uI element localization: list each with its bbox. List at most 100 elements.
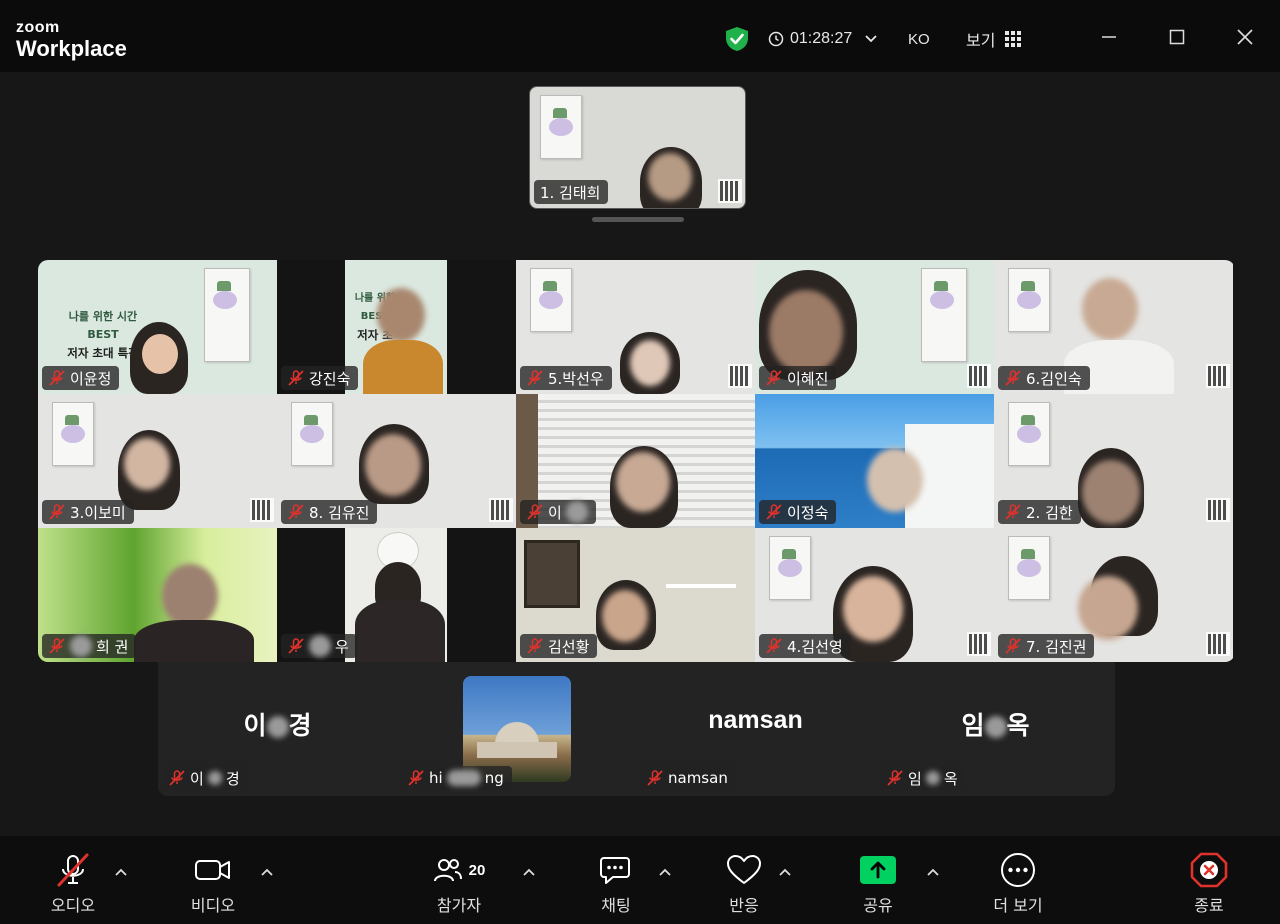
- name-part: 이: [190, 769, 204, 788]
- name-part: 옥: [943, 769, 958, 788]
- video-tile[interactable]: 나를 위한 시간 BEST 저자 초대 특강 이윤정: [38, 260, 277, 394]
- microphone-muted-icon: [766, 504, 782, 520]
- reactions-options-chevron-icon[interactable]: [778, 866, 792, 878]
- video-tile[interactable]: 3.이보미: [38, 394, 277, 528]
- blurred-name-segment: [70, 635, 92, 657]
- audio-options-chevron-icon[interactable]: [114, 866, 128, 878]
- video-options-chevron-icon[interactable]: [260, 866, 274, 878]
- spotlight-video-tile[interactable]: 1. 김태희: [529, 86, 746, 209]
- video-tile[interactable]: 나를 위한 BEST 저자 초 강진숙: [277, 260, 516, 394]
- brand-line1: zoom: [16, 19, 60, 36]
- video-tile[interactable]: 4.김선영: [755, 528, 994, 662]
- participant-display-name[interactable]: 임옥: [876, 706, 1115, 742]
- participant-body: [134, 620, 254, 662]
- video-tile[interactable]: 6.김인숙: [994, 260, 1233, 394]
- share-screen-icon: [860, 856, 896, 884]
- reactions-button[interactable]: 반응: [708, 852, 780, 916]
- participants-label: 참가자: [436, 896, 482, 915]
- more-button[interactable]: 더 보기: [978, 852, 1058, 916]
- meeting-timer[interactable]: 01:28:27: [768, 26, 884, 52]
- participant-name: namsan: [668, 769, 728, 787]
- blurred-face: [616, 452, 670, 512]
- minimize-button[interactable]: [1094, 22, 1124, 52]
- blurred-name-segment: [446, 770, 481, 786]
- participant-name: 4.김선영: [787, 637, 843, 656]
- qr-code: [250, 498, 274, 522]
- participant-name: 8. 김유진: [309, 503, 370, 522]
- participant-name-label: 3.이보미: [42, 500, 134, 524]
- video-tile[interactable]: 8. 김유진: [277, 394, 516, 528]
- name-part: hi: [429, 769, 443, 787]
- view-button[interactable]: 보기: [966, 26, 1022, 52]
- participant-name-label: 이혜진: [759, 366, 837, 390]
- audio-label: 오디오: [50, 896, 96, 915]
- qr-code: [718, 179, 742, 203]
- end-label: 종료: [1194, 896, 1224, 915]
- participant-display-name[interactable]: namsan: [636, 706, 875, 735]
- chat-options-chevron-icon[interactable]: [658, 866, 672, 878]
- close-button[interactable]: [1230, 22, 1260, 52]
- video-tile[interactable]: 김선황: [516, 528, 755, 662]
- blurred-face: [648, 153, 692, 201]
- participants-icon: [433, 859, 462, 882]
- name-part: 옥: [1006, 711, 1030, 740]
- maximize-icon: [1169, 29, 1185, 45]
- video-button[interactable]: 비디오: [176, 852, 250, 916]
- participant-name-label: 4.김선영: [759, 634, 851, 658]
- blurred-name-segment: [984, 716, 1007, 738]
- microphone-muted-icon: [1005, 370, 1021, 386]
- microphone-muted-icon: [527, 370, 543, 386]
- end-meeting-icon: [1190, 852, 1228, 888]
- video-tile[interactable]: 이혜진: [755, 260, 994, 394]
- participant-name-label: 이정숙: [759, 500, 837, 524]
- participant-name-label: 이경: [162, 766, 248, 790]
- chat-bubble-icon: [600, 857, 630, 884]
- share-button[interactable]: 공유: [842, 852, 914, 916]
- qr-code: [1206, 632, 1230, 656]
- brand-line2: Workplace: [16, 36, 127, 61]
- name-part: 경: [288, 711, 312, 740]
- microphone-muted-icon: [527, 638, 543, 654]
- spotlight-drag-handle[interactable]: [592, 217, 684, 222]
- participant-name: 이: [548, 503, 562, 522]
- participant-name: 2. 김한: [1026, 503, 1073, 522]
- language-button[interactable]: KO: [908, 26, 930, 52]
- participant-display-name[interactable]: 이경: [158, 706, 397, 742]
- audio-only-strip: 이경 이경 hi ng namsan namsan 임옥 임옥: [158, 662, 1115, 796]
- participant-name: 5.박선우: [548, 369, 604, 388]
- participants-button[interactable]: 20 참가자: [414, 852, 504, 916]
- heart-icon: [727, 855, 761, 884]
- participants-options-chevron-icon[interactable]: [522, 866, 536, 878]
- blurred-face: [630, 340, 670, 386]
- blurred-name-segment: [565, 501, 588, 523]
- book-cover: [291, 402, 333, 466]
- participant-name-label: 강진숙: [281, 366, 359, 390]
- audio-button[interactable]: 오디오: [36, 852, 110, 916]
- participant-name-label: 임옥: [880, 766, 966, 790]
- end-meeting-button[interactable]: 종료: [1174, 852, 1244, 916]
- video-tile[interactable]: 2. 김한: [994, 394, 1233, 528]
- chat-button[interactable]: 채팅: [580, 852, 652, 916]
- video-tile[interactable]: 5.박선우: [516, 260, 755, 394]
- encryption-shield-icon[interactable]: [724, 26, 750, 52]
- video-tile[interactable]: 이정숙: [755, 394, 994, 528]
- name-part: ng: [484, 769, 504, 787]
- microphone-muted-icon: [49, 504, 65, 520]
- share-options-chevron-icon[interactable]: [926, 866, 940, 878]
- participant-name-label: hi ng: [401, 766, 512, 790]
- chat-label: 채팅: [601, 896, 631, 915]
- photo-building: [477, 742, 557, 758]
- video-tile[interactable]: 우: [277, 528, 516, 662]
- participant-name-label: 우: [281, 634, 357, 658]
- more-options-icon: [1001, 853, 1035, 887]
- participant-body: [363, 340, 443, 394]
- video-tile[interactable]: 이: [516, 394, 755, 528]
- maximize-button[interactable]: [1162, 22, 1192, 52]
- video-tile[interactable]: 7. 김진권: [994, 528, 1233, 662]
- participant-name: 1. 김태희: [540, 183, 601, 202]
- blurred-face: [162, 564, 218, 628]
- banner-line: 나를 위한 시간: [68, 310, 138, 323]
- video-tile[interactable]: 희 권: [38, 528, 277, 662]
- participant-name-label: 희 권: [42, 634, 137, 658]
- name-part: 임: [961, 711, 985, 740]
